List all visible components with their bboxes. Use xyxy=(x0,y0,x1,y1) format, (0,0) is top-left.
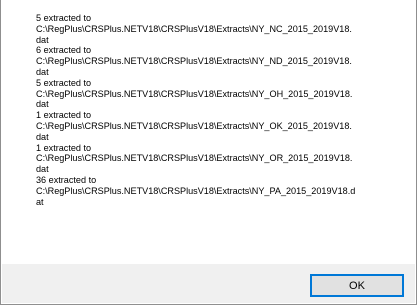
dialog-message-text: 5 extracted to C:\RegPlus\CRSPlus.NETV18… xyxy=(36,13,356,207)
message-dialog: 5 extracted to C:\RegPlus\CRSPlus.NETV18… xyxy=(0,0,417,305)
ok-button[interactable]: OK xyxy=(310,274,404,297)
dialog-button-bar: OK xyxy=(2,264,415,303)
